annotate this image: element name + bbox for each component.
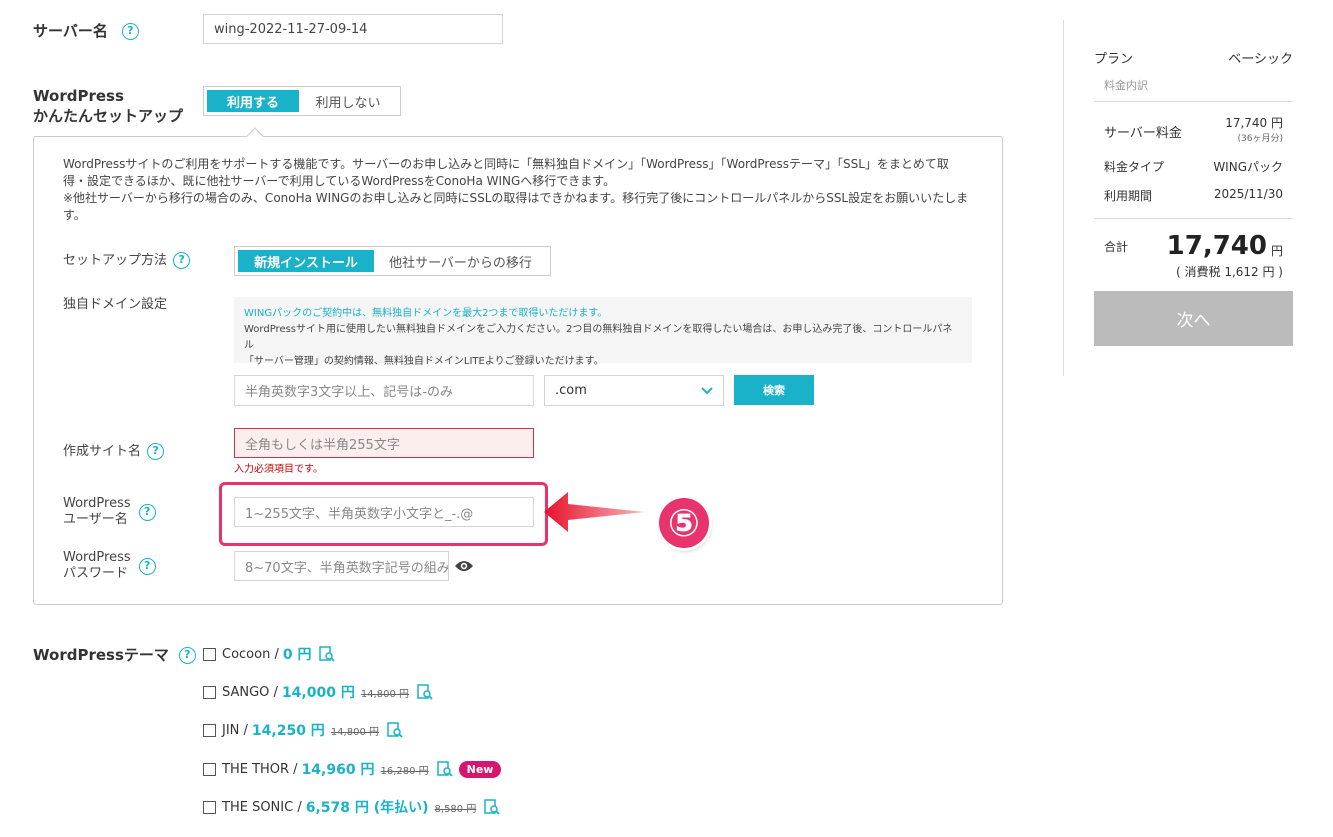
step-number-badge: ⑤ [659, 498, 709, 548]
wp-setup-label: WordPress かんたんセットアップ [33, 87, 184, 125]
help-icon[interactable]: ? [138, 557, 156, 575]
preview-icon[interactable] [319, 646, 336, 662]
theme-item-cocoon[interactable]: Cocoon / 0 円 [203, 645, 336, 663]
eye-icon[interactable] [454, 559, 474, 573]
plan-value: ベーシック [1228, 52, 1293, 67]
chevron-down-icon [701, 386, 713, 394]
fee-type-value: WINGパック [1213, 160, 1283, 174]
domain-note: WINGパックのご契約中は、無料独自ドメインを最大2つまで取得いただけます。 W… [234, 297, 972, 367]
server-fee-sub: (36ヶ月分) [1237, 134, 1283, 144]
theme-item-thor[interactable]: THE THOR / 14,960 円 16,280 円 New [203, 760, 502, 778]
wp-pass-row: WordPress パスワード ? [63, 550, 156, 582]
total-value: 17,740 [1166, 231, 1267, 261]
checkbox[interactable] [203, 800, 216, 814]
site-name-input[interactable]: 全角もしくは半角255文字 [234, 428, 534, 458]
site-name-error: 入力必須項目です。 [234, 464, 323, 475]
theme-item-sonic[interactable]: THE SONIC / 6,578 円 (年払い) 8,580 円 [203, 798, 500, 816]
help-icon[interactable]: ? [147, 443, 165, 460]
next-button[interactable]: 次へ [1094, 291, 1293, 346]
checkbox[interactable] [203, 723, 216, 737]
setup-method-row: セットアップ方法 ? [63, 252, 191, 269]
fee-type-label: 料金タイプ [1104, 160, 1165, 174]
checkbox[interactable] [203, 762, 216, 776]
domain-input[interactable]: 半角英数字3文字以上、記号は-のみ [234, 375, 534, 406]
arrow-icon [544, 492, 644, 532]
site-name-row: 作成サイト名 ? [63, 443, 165, 460]
preview-icon[interactable] [436, 761, 453, 777]
new-install-button[interactable]: 新規インストール [238, 250, 374, 272]
preview-icon[interactable] [484, 799, 500, 815]
preview-icon[interactable] [417, 684, 433, 700]
breakdown-label: 料金内訳 [1094, 77, 1293, 102]
wp-pass-input[interactable]: 8~70文字、半角英数字記号の組み合わせ [234, 551, 449, 581]
help-icon[interactable]: ? [178, 646, 196, 664]
theme-item-jin[interactable]: JIN / 14,250 円 14,800 円 [203, 721, 403, 739]
setup-description: WordPressサイトのご利用をサポートする機能です。サーバーのお申し込みと同… [63, 157, 969, 222]
server-name-input[interactable]: wing-2022-11-27-09-14 [203, 14, 503, 44]
theme-item-sango[interactable]: SANGO / 14,000 円 14,800 円 [203, 683, 433, 701]
wp-user-input[interactable]: 1~255文字、半角英数字小文字と_-.@ [234, 497, 534, 527]
total-label: 合計 [1104, 239, 1129, 254]
nouse-button[interactable]: 利用しない [299, 90, 397, 112]
preview-icon[interactable] [387, 722, 403, 738]
site-name-label: 作成サイト名 [63, 443, 142, 459]
wp-setup-toggle[interactable]: 利用する 利用しない [203, 86, 401, 116]
help-icon[interactable]: ? [138, 503, 156, 521]
period-label: 利用期間 [1104, 189, 1153, 203]
period-value: 2025/11/30 [1213, 187, 1283, 201]
price-summary: プラン ベーシック 料金内訳 サーバー料金 17,740 円 (36ヶ月分) 料… [1094, 48, 1293, 280]
checkbox[interactable] [203, 647, 216, 661]
help-icon[interactable]: ? [121, 22, 139, 40]
migrate-button[interactable]: 他社サーバーからの移行 [374, 250, 547, 272]
domain-label: 独自ドメイン設定 [63, 297, 168, 312]
server-name-row: サーバー名 ? [33, 21, 139, 41]
total-unit: 円 [1270, 243, 1283, 258]
themes-label: WordPressテーマ [33, 646, 169, 664]
sidebar-divider [1063, 20, 1064, 376]
server-fee-label: サーバー料金 [1104, 126, 1182, 141]
checkbox[interactable] [203, 685, 216, 699]
search-button[interactable]: 検索 [734, 375, 814, 405]
help-icon[interactable]: ? [173, 252, 191, 269]
new-badge: New [458, 760, 502, 778]
setup-method-toggle[interactable]: 新規インストール 他社サーバーからの移行 [234, 246, 551, 276]
server-fee-value: 17,740 円 [1225, 116, 1283, 130]
setup-method-label: セットアップ方法 [63, 252, 168, 268]
plan-label: プラン [1094, 52, 1134, 67]
tax-note: ( 消費税 1,612 円 ) [1176, 265, 1283, 279]
wp-user-row: WordPress ユーザー名 ? [63, 496, 156, 528]
use-button[interactable]: 利用する [207, 90, 299, 112]
tld-select[interactable]: .com [544, 375, 724, 406]
server-name-label: サーバー名 [33, 22, 108, 40]
themes-row: WordPressテーマ ? [33, 645, 196, 665]
